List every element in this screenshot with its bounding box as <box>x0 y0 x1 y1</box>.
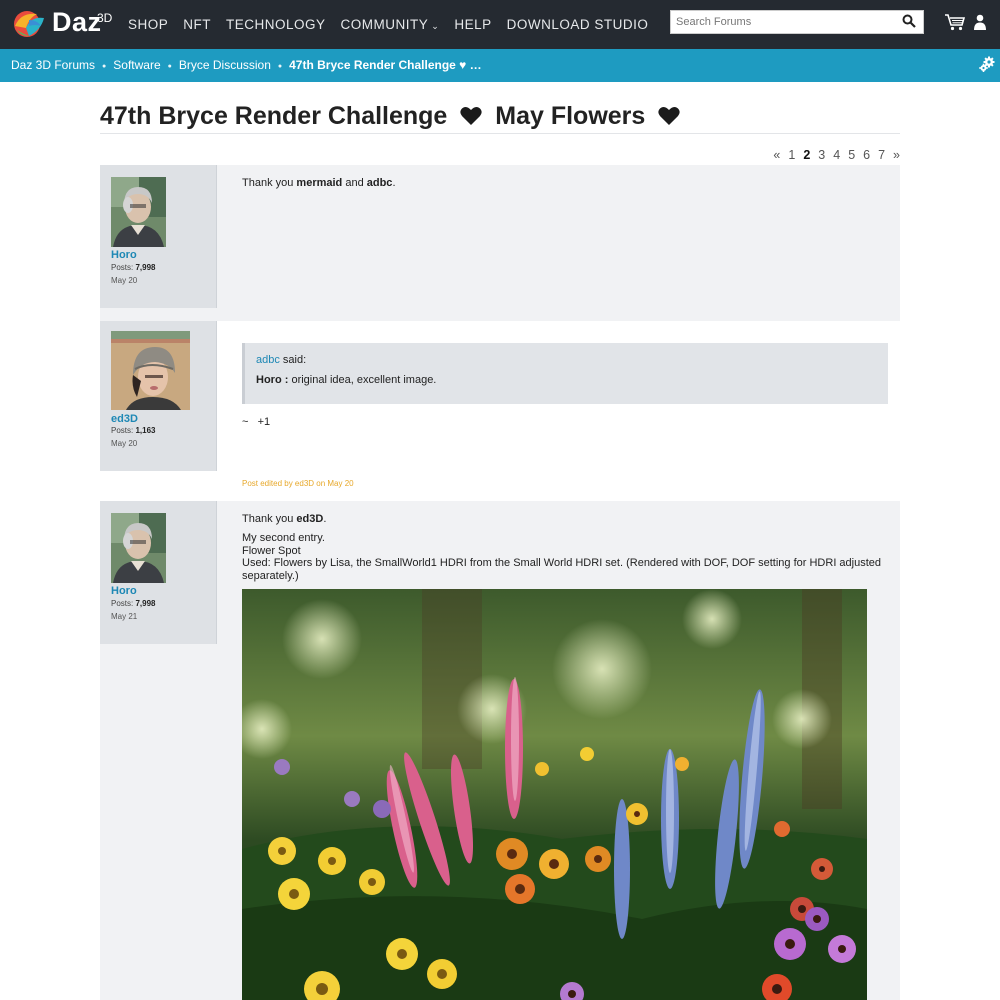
pager-page-7[interactable]: 7 <box>878 148 885 162</box>
brand-name[interactable]: Daz <box>52 7 102 38</box>
quote-text: Horo : original idea, excellent image. <box>256 374 436 386</box>
breadcrumb-software[interactable]: Software <box>113 58 160 72</box>
text-segment: Thank you <box>242 177 297 189</box>
breadcrumb-bar: Daz 3D Forums ● Software ● Bryce Discuss… <box>0 49 1000 82</box>
quote-bold: Horo : <box>256 374 289 386</box>
avatar[interactable] <box>111 331 190 410</box>
text-segment: and <box>342 177 367 189</box>
nav-help[interactable]: HELP <box>454 17 491 32</box>
breadcrumb-separator: ● <box>277 62 283 70</box>
reply-text: ~ +1 <box>242 416 271 428</box>
nav-shop[interactable]: SHOP <box>128 17 168 32</box>
post-date[interactable]: May 20 <box>111 276 137 285</box>
nav-technology[interactable]: TECHNOLOGY <box>226 17 326 32</box>
cart-icon[interactable] <box>945 13 965 31</box>
forum-post: Horo Posts: 7,998 May 21 Thank you ed3D.… <box>100 501 900 1000</box>
post-text: Thank you mermaid and adbc. <box>242 177 396 190</box>
pager-page-2[interactable]: 2 <box>803 148 810 162</box>
post-line: My second entry. <box>242 532 325 544</box>
quote-content: original idea, excellent image. <box>288 374 437 386</box>
post-date[interactable]: May 21 <box>111 612 137 621</box>
breadcrumb-separator: ● <box>102 62 107 70</box>
author-name[interactable]: Horo <box>111 249 137 261</box>
posts-label: Posts: <box>111 599 134 608</box>
quote-block: adbc said: Horo : original idea, excelle… <box>242 343 888 404</box>
posts-count: 7,998 <box>135 263 156 272</box>
pager-page-6[interactable]: 6 <box>863 148 870 162</box>
chevron-down-icon: ⌄ <box>431 21 440 31</box>
post-body: Thank you mermaid and adbc. <box>217 165 900 321</box>
mention-adbc: adbc <box>366 177 393 189</box>
pager-page-4[interactable]: 4 <box>833 148 840 162</box>
gear-icon[interactable] <box>979 56 995 72</box>
pager-next[interactable]: » <box>893 148 900 162</box>
author-post-count: Posts: 7,998 <box>111 599 156 608</box>
pager-page-3[interactable]: 3 <box>818 148 825 162</box>
nav-community-label: COMMUNITY <box>340 17 429 32</box>
edited-note: Post edited by ed3D on May 20 <box>242 479 354 488</box>
quote-author-link[interactable]: adbc <box>256 354 280 366</box>
author-name[interactable]: Horo <box>111 585 137 597</box>
page-title: 47th Bryce Render Challenge May Flowers <box>100 102 686 131</box>
post-text: Thank you ed3D. <box>242 513 326 526</box>
author-post-count: Posts: 1,163 <box>111 426 156 435</box>
forum-post: Horo Posts: 7,998 May 20 Thank you merma… <box>100 165 900 321</box>
forum-post: ed3D Posts: 1,163 May 20 adbc said: Horo… <box>100 321 900 501</box>
mention-mermaid: mermaid <box>296 177 343 189</box>
text-segment: . <box>323 513 327 525</box>
flower-render-image[interactable] <box>242 589 867 1000</box>
heart-icon <box>460 106 482 125</box>
posts-label: Posts: <box>111 426 134 435</box>
title-divider <box>100 133 900 134</box>
avatar[interactable] <box>111 177 166 247</box>
thread-title-part2: May Flowers <box>495 102 646 130</box>
post-line: Used: Flowers by Lisa, the SmallWorld1 H… <box>242 557 882 582</box>
breadcrumb-separator: ● <box>167 62 172 70</box>
user-icon[interactable] <box>974 14 986 30</box>
posts-count: 7,998 <box>135 599 156 608</box>
search-icon[interactable] <box>902 14 916 28</box>
breadcrumb-current-thread[interactable]: 47th Bryce Render Challenge ♥ … <box>289 58 482 72</box>
nav-download-studio[interactable]: DOWNLOAD STUDIO <box>507 17 649 32</box>
search-input[interactable] <box>671 11 891 33</box>
thread-title-part1: 47th Bryce Render Challenge <box>100 102 448 130</box>
author-name[interactable]: ed3D <box>111 413 138 425</box>
text-segment: . <box>392 177 396 189</box>
post-author-panel: Horo Posts: 7,998 May 21 <box>100 501 217 644</box>
main-nav: SHOP NFT TECHNOLOGY COMMUNITY ⌄ HELP DOWN… <box>128 17 663 32</box>
post-date[interactable]: May 20 <box>111 439 137 448</box>
post-body: adbc said: Horo : original idea, excelle… <box>217 321 900 501</box>
author-post-count: Posts: 7,998 <box>111 263 156 272</box>
quote-header: adbc said: <box>256 354 306 366</box>
post-author-panel: Horo Posts: 7,998 May 20 <box>100 165 217 308</box>
text-segment: Thank you <box>242 513 297 525</box>
breadcrumb: Daz 3D Forums ● Software ● Bryce Discuss… <box>11 58 482 72</box>
avatar[interactable] <box>111 513 166 583</box>
top-navigation-bar: Daz 3D SHOP NFT TECHNOLOGY COMMUNITY ⌄ HE… <box>0 0 1000 49</box>
posts-count: 1,163 <box>135 426 156 435</box>
breadcrumb-forums[interactable]: Daz 3D Forums <box>11 58 95 72</box>
mention-ed3d: ed3D <box>296 513 324 525</box>
pagination: « 1 2 3 4 5 6 7 » <box>765 148 900 162</box>
nav-community[interactable]: COMMUNITY ⌄ <box>341 17 440 32</box>
nav-nft[interactable]: NFT <box>183 17 211 32</box>
pager-page-1[interactable]: 1 <box>788 148 795 162</box>
pager-prev[interactable]: « <box>773 148 780 162</box>
pager-page-5[interactable]: 5 <box>848 148 855 162</box>
search-box <box>670 10 924 34</box>
brand-sup: 3D <box>97 11 113 25</box>
breadcrumb-bryce-discussion[interactable]: Bryce Discussion <box>179 58 271 72</box>
quote-said: said: <box>279 354 307 366</box>
post-author-panel: ed3D Posts: 1,163 May 20 <box>100 321 217 471</box>
daz-logo-icon[interactable] <box>11 8 47 38</box>
posts-label: Posts: <box>111 263 134 272</box>
heart-icon <box>658 106 680 125</box>
post-body: Thank you ed3D. My second entry. Flower … <box>217 501 900 1000</box>
